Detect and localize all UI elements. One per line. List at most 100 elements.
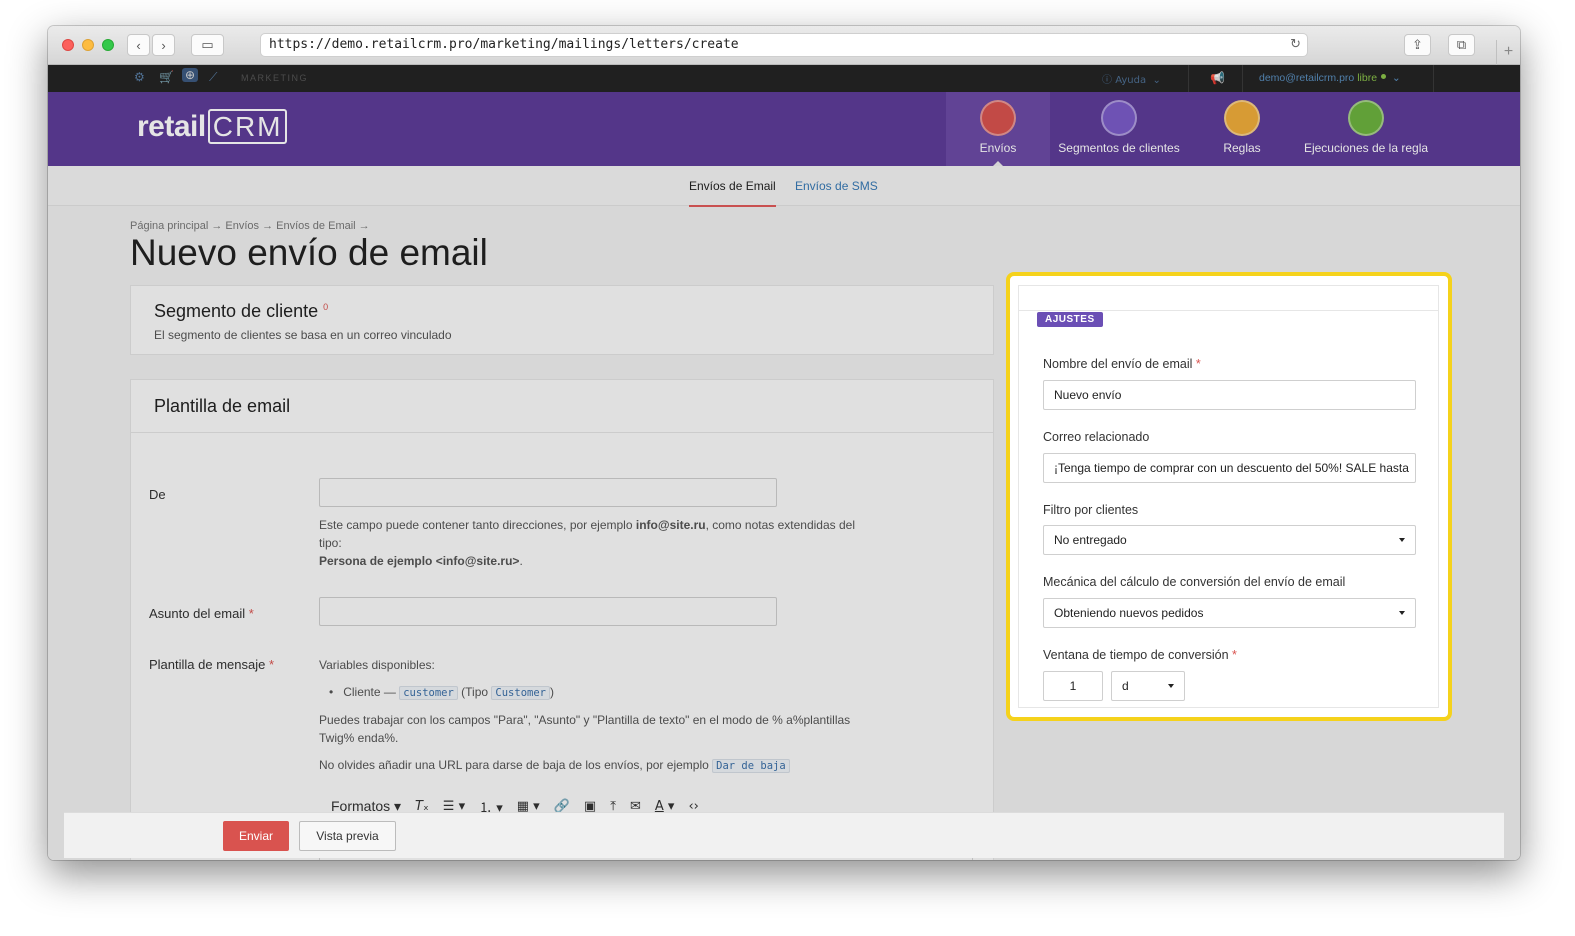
forward-button[interactable]: › [152, 34, 175, 56]
settings-panel-highlight: AJUSTES Nombre del envío de email * Nuev… [1006, 272, 1452, 721]
subtabs: Envíos de Email Envíos de SMS [48, 166, 1520, 207]
sidebar-toggle-icon[interactable]: ▭ [191, 34, 224, 56]
conversion-mechanic-value: Obteniendo nuevos pedidos [1054, 606, 1204, 620]
mail-icon [980, 100, 1016, 136]
user-menu[interactable]: demo@retailcrm.pro libre ⌄ [1259, 72, 1401, 84]
tab-sms[interactable]: Envíos de SMS [795, 179, 878, 193]
logo-text: retail [137, 110, 206, 143]
conversion-window-unit-select[interactable]: d [1111, 671, 1185, 701]
close-window-button[interactable] [62, 39, 74, 51]
nav-envios-label: Envíos [979, 141, 1017, 155]
nav-segmentos[interactable]: Segmentos de clientes [1052, 92, 1186, 166]
segment-title-text: Segmento de cliente [154, 301, 319, 321]
divider [131, 432, 993, 433]
nav-envios[interactable]: Envíos [946, 92, 1050, 166]
subject-label: Asunto del email * [149, 606, 254, 621]
zoom-window-button[interactable] [102, 39, 114, 51]
plan-badge: libre [1357, 72, 1378, 84]
nav-ejecuciones-label: Ejecuciones de la regla [1303, 141, 1429, 155]
from-help-text: . [519, 554, 523, 568]
segments-icon [1101, 100, 1137, 136]
mailing-name-label: Nombre del envío de email * [1043, 357, 1201, 371]
back-button[interactable]: ‹ [127, 34, 150, 56]
action-bar: Enviar Vista previa [64, 812, 1504, 858]
customer-filter-label: Filtro por clientes [1043, 503, 1139, 517]
help-label: Ayuda [1115, 75, 1147, 86]
user-email: demo@retailcrm.pro [1259, 72, 1355, 84]
page-title: Nuevo envío de email [130, 232, 488, 273]
mailing-name-label-text: Nombre del envío de email [1043, 357, 1193, 371]
address-bar[interactable]: https://demo.retailcrm.pro/marketing/mai… [260, 33, 1308, 57]
chevron-down-icon [1168, 684, 1174, 688]
unsub-help-text: No olvides añadir una URL para darse de … [319, 758, 709, 772]
unsub-help: No olvides añadir una URL para darse de … [319, 756, 790, 775]
from-help-text: , como notas extendidas del [705, 518, 856, 532]
var-item: • Cliente — customer (Tipo Customer) [329, 685, 554, 700]
divider [1242, 65, 1243, 92]
chevron-down-icon [1399, 538, 1405, 542]
conversion-mechanic-label: Mecánica del cálculo de conversión del e… [1043, 575, 1346, 589]
vars-title: Variables disponibles: [319, 658, 435, 672]
unsub-code: Dar de baja [712, 759, 790, 773]
tabs-overview-icon[interactable]: ⧉ [1448, 34, 1475, 56]
twig-help-text: Twig% enda%. [319, 731, 399, 745]
reload-icon[interactable]: ↻ [1290, 34, 1301, 56]
nav-reglas[interactable]: Reglas [1206, 92, 1278, 166]
segment-card: Segmento de cliente 0 El segmento de cli… [130, 285, 994, 355]
twig-help-text: Puedes trabajar con los campos "Para", "… [319, 713, 851, 727]
send-button[interactable]: Enviar [223, 821, 289, 851]
browser-toolbar: ‹ › ▭ https://demo.retailcrm.pro/marketi… [48, 26, 1520, 65]
conversion-window-input[interactable]: 1 [1043, 671, 1103, 701]
play-icon [1348, 100, 1384, 136]
conversion-window-unit-value: d [1122, 679, 1129, 693]
retailcrm-logo[interactable]: retail CRM [137, 109, 288, 144]
var-type-text: (Tipo [461, 685, 489, 699]
new-tab-icon[interactable]: + [1496, 40, 1520, 65]
from-input[interactable] [319, 478, 777, 507]
url-text: https://demo.retailcrm.pro/marketing/mai… [269, 37, 739, 52]
conversion-window-label-text: Ventana de tiempo de conversión [1043, 648, 1229, 662]
from-help-text: Este campo puede contener tanto direccio… [319, 518, 633, 532]
announcements-icon[interactable]: 📢 [1210, 71, 1225, 85]
message-label-text: Plantilla de mensaje [149, 657, 266, 672]
subject-input[interactable] [319, 597, 777, 626]
settings-gear-icon[interactable]: ⚙ [134, 70, 145, 84]
related-mail-input[interactable]: ¡Tenga tiempo de comprar con un descuent… [1043, 453, 1416, 483]
from-label: De [149, 487, 166, 502]
marketing-icon[interactable]: ⊕ [182, 68, 199, 82]
from-help: Este campo puede contener tanto direccio… [319, 516, 879, 570]
mailing-name-input[interactable]: Nuevo envío [1043, 380, 1416, 410]
var-item-text: Cliente — [343, 685, 396, 699]
segment-marker: 0 [323, 302, 329, 312]
cart-icon[interactable]: 🛒 [159, 70, 174, 84]
customer-filter-value: No entregado [1054, 533, 1127, 547]
customer-filter-select[interactable]: No entregado [1043, 525, 1416, 555]
conversion-window-label: Ventana de tiempo de conversión * [1043, 648, 1237, 662]
section-label: MARKETING [241, 73, 309, 83]
from-help-text: tipo: [319, 536, 342, 550]
preview-button[interactable]: Vista previa [299, 821, 396, 851]
chevron-down-icon [1399, 611, 1405, 615]
divider [1188, 65, 1189, 92]
crm-topbar: ⚙ 🛒 ⊕ ⟋ MARKETING ⓘ Ayuda ⌄ 📢 demo@retai… [48, 65, 1520, 92]
conversion-mechanic-select[interactable]: Obteniendo nuevos pedidos [1043, 598, 1416, 628]
share-icon[interactable]: ⇪ [1404, 34, 1431, 56]
segment-title: Segmento de cliente 0 [154, 301, 328, 322]
logo-crm: CRM [207, 109, 288, 144]
analytics-icon[interactable]: ⟋ [209, 70, 217, 85]
tab-email[interactable]: Envíos de Email [689, 179, 776, 207]
related-mail-label: Correo relacionado [1043, 430, 1150, 444]
from-help-email: info@site.ru [635, 518, 706, 532]
online-status-icon [1381, 74, 1387, 79]
var-code: customer [399, 686, 458, 700]
message-label: Plantilla de mensaje * [149, 657, 275, 672]
template-title: Plantilla de email [154, 396, 291, 416]
help-menu[interactable]: ⓘ Ayuda ⌄ [1102, 71, 1161, 86]
minimize-window-button[interactable] [82, 39, 94, 51]
nav-reglas-label: Reglas [1223, 141, 1261, 155]
rules-icon [1224, 100, 1260, 136]
nav-ejecuciones[interactable]: Ejecuciones de la regla [1298, 92, 1434, 166]
subject-label-text: Asunto del email [149, 606, 246, 621]
breadcrumb[interactable]: Página principal → Envíos → Envíos de Em… [130, 220, 370, 232]
settings-header [1019, 286, 1438, 311]
